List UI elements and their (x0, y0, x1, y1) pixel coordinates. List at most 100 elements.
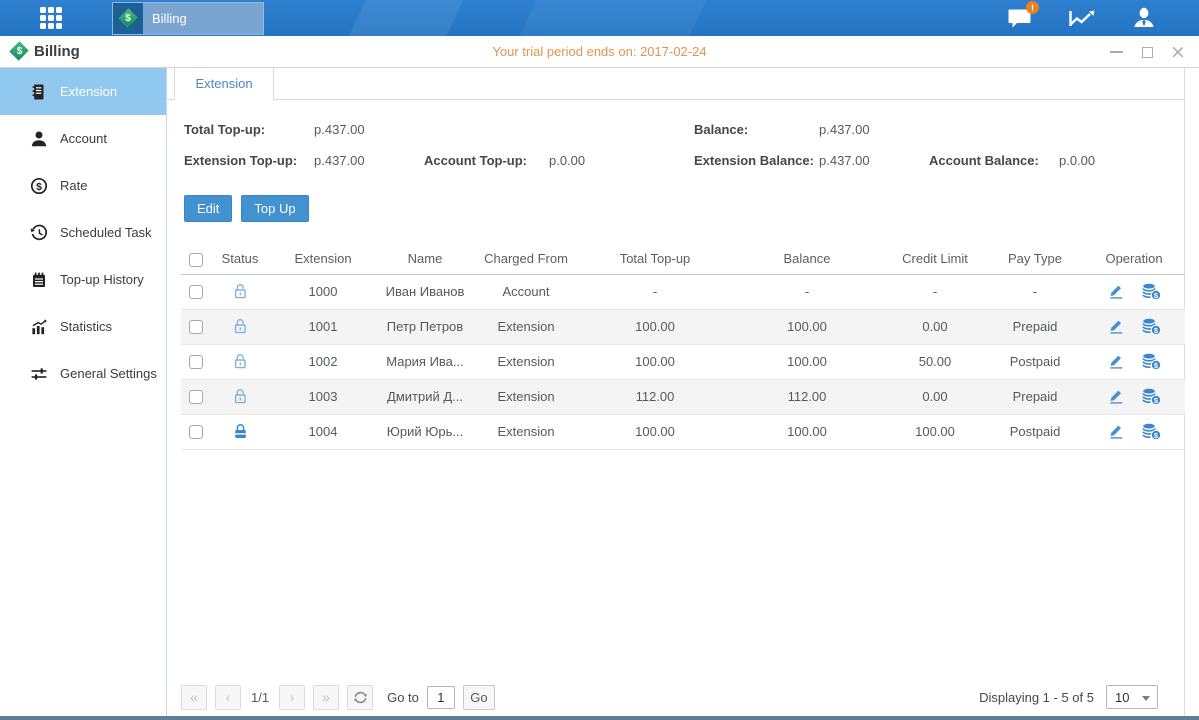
extension-cell: 1003 (269, 379, 377, 414)
titlebar: $ Billing Your trial period ends on: 201… (0, 36, 1199, 68)
sidebar-item-label: General Settings (60, 366, 157, 381)
credit-limit-cell: 100.00 (883, 414, 987, 449)
balance-cell: 100.00 (731, 309, 883, 344)
balance-cell: 100.00 (731, 344, 883, 379)
ledger-icon (30, 83, 48, 101)
topup-row-icon[interactable]: $ (1141, 282, 1162, 301)
account-balance-value: p.0.00 (1059, 153, 1095, 168)
column-header-operation: Operation (1083, 244, 1185, 274)
edit-button[interactable]: Edit (184, 195, 232, 222)
total-topup-cell: 100.00 (579, 344, 731, 379)
edit-row-icon[interactable] (1107, 353, 1125, 370)
notepad-icon (30, 271, 48, 289)
main-panel: Extension Total Top-up: p.437.00 Balance… (167, 68, 1185, 716)
next-page-button[interactable]: › (279, 685, 305, 710)
sidebar-item-general-settings[interactable]: General Settings (0, 350, 166, 397)
topup-row-icon[interactable]: $ (1141, 352, 1162, 371)
extension-balance-label: Extension Balance: (694, 153, 814, 168)
row-checkbox[interactable] (189, 425, 203, 439)
total-topup-cell: 100.00 (579, 414, 731, 449)
row-checkbox[interactable] (189, 390, 203, 404)
sidebar-item-extension[interactable]: Extension (0, 68, 166, 115)
extension-cell: 1000 (269, 274, 377, 309)
credit-limit-cell: 50.00 (883, 344, 987, 379)
balance-summary: Total Top-up: p.437.00 Balance: p.437.00… (167, 100, 1184, 192)
credit-limit-cell: 0.00 (883, 379, 987, 414)
dollar-circle-icon: $ (30, 177, 48, 195)
edit-row-icon[interactable] (1107, 283, 1125, 300)
charged-from-cell: Extension (473, 379, 579, 414)
edit-row-icon[interactable] (1107, 318, 1125, 335)
select-all-checkbox[interactable] (189, 253, 203, 267)
extension-table-body: 1000Иван ИвановAccount----$1001Петр Петр… (181, 274, 1185, 449)
table-header-row: Status Extension Name Charged From Total… (181, 244, 1185, 274)
billing-app-icon: $ (113, 3, 143, 34)
pay-type-cell: Prepaid (987, 309, 1083, 344)
credit-limit-cell: - (883, 274, 987, 309)
sidebar-item-statistics[interactable]: Statistics (0, 303, 166, 350)
previous-page-button[interactable]: ‹ (215, 685, 241, 710)
column-header-pay-type: Pay Type (987, 244, 1083, 274)
notifications-icon[interactable]: ! (1005, 3, 1035, 33)
column-header-credit-limit: Credit Limit (883, 244, 987, 274)
first-page-button[interactable]: « (181, 685, 207, 710)
sidebar-item-label: Top-up History (60, 272, 144, 287)
charged-from-cell: Extension (473, 309, 579, 344)
balance-cell: 112.00 (731, 379, 883, 414)
sidebar-item-rate[interactable]: $ Rate (0, 162, 166, 209)
lock-icon (211, 414, 269, 449)
column-header-extension: Extension (269, 244, 377, 274)
row-checkbox[interactable] (189, 355, 203, 369)
balance-label: Balance: (694, 122, 748, 137)
displaying-status: Displaying 1 - 5 of 5 (979, 690, 1094, 705)
sidebar-item-label: Statistics (60, 319, 112, 334)
pagination-bar: « ‹ 1/1 › » Go to Go Displaying 1 - 5 of… (181, 684, 1184, 710)
user-account-icon[interactable] (1129, 3, 1159, 33)
top-up-button[interactable]: Top Up (241, 195, 308, 222)
extension-topup-label: Extension Top-up: (184, 153, 297, 168)
edit-row-icon[interactable] (1107, 423, 1125, 440)
tab-extension[interactable]: Extension (174, 68, 274, 100)
table-row: 1003Дмитрий Д...Extension112.00112.000.0… (181, 379, 1185, 414)
page-title: Billing (34, 43, 80, 60)
sidebar-item-topup-history[interactable]: Top-up History (0, 256, 166, 303)
goto-page-input[interactable] (427, 686, 455, 709)
person-icon (30, 130, 48, 148)
topup-row-icon[interactable]: $ (1141, 387, 1162, 406)
taskbar-tab-billing[interactable]: $ Billing (112, 2, 264, 35)
page-indicator: 1/1 (251, 690, 269, 705)
billing-app-window: $ Billing ! $ Billing Your trial period … (0, 0, 1199, 720)
sidebar-item-account[interactable]: Account (0, 115, 166, 162)
column-header-balance: Balance (731, 244, 883, 274)
minimize-icon[interactable] (1109, 45, 1123, 59)
topup-row-icon[interactable]: $ (1141, 317, 1162, 336)
extension-cell: 1004 (269, 414, 377, 449)
name-cell: Иван Иванов (377, 274, 473, 309)
balance-cell: - (731, 274, 883, 309)
column-header-charged-from: Charged From (473, 244, 579, 274)
sidebar-item-label: Account (60, 131, 107, 146)
right-gutter (1185, 68, 1199, 716)
sidebar-item-scheduled-task[interactable]: Scheduled Task (0, 209, 166, 256)
page-size-select[interactable]: 10 (1106, 685, 1158, 709)
total-topup-label: Total Top-up: (184, 122, 265, 137)
page-size-value: 10 (1115, 690, 1129, 705)
edit-row-icon[interactable] (1107, 388, 1125, 405)
account-topup-value: p.0.00 (549, 153, 585, 168)
table-row: 1000Иван ИвановAccount----$ (181, 274, 1185, 309)
column-header-total-topup: Total Top-up (579, 244, 731, 274)
close-icon[interactable]: × (1171, 45, 1185, 59)
goto-label: Go to (387, 690, 419, 705)
pay-type-cell: Prepaid (987, 379, 1083, 414)
row-checkbox[interactable] (189, 285, 203, 299)
app-launcher-icon[interactable] (40, 7, 64, 29)
last-page-button[interactable]: » (313, 685, 339, 710)
refresh-icon[interactable] (347, 685, 373, 710)
statistics-chart-icon[interactable] (1067, 3, 1097, 33)
topup-row-icon[interactable]: $ (1141, 422, 1162, 441)
maximize-icon[interactable] (1140, 45, 1154, 59)
bar-chart-icon (30, 318, 48, 336)
go-button[interactable]: Go (463, 685, 495, 710)
row-checkbox[interactable] (189, 320, 203, 334)
tab-strip: Extension (167, 68, 1184, 100)
